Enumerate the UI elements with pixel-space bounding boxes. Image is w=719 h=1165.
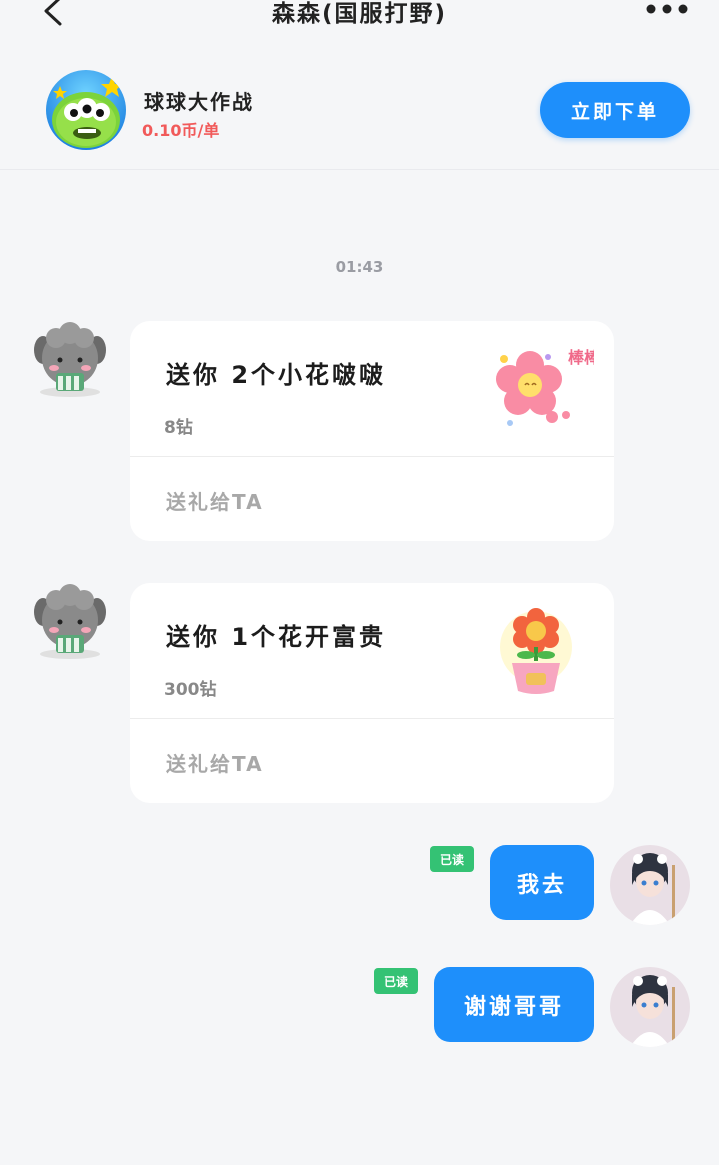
flower-gift-icon: 棒棒！ bbox=[496, 348, 594, 426]
read-status-badge: 已读 bbox=[374, 968, 418, 994]
message-bubble[interactable]: 谢谢哥哥 bbox=[434, 967, 594, 1042]
send-gift-button[interactable]: 送礼给TA bbox=[166, 748, 264, 777]
message-timestamp: 01:43 bbox=[335, 258, 384, 276]
sender-avatar[interactable] bbox=[30, 318, 110, 398]
read-status-badge: 已读 bbox=[430, 846, 474, 872]
gift-price: 8钻 bbox=[164, 418, 193, 438]
gift-title: 送你 2个小花啵啵 bbox=[166, 361, 387, 389]
top-nav-bar: 森森(国服打野) bbox=[0, 0, 719, 40]
gift-card[interactable]: 送你 2个小花啵啵 8钻 棒棒！ 送礼给TA bbox=[130, 321, 614, 541]
order-bar: 球球大作战 0.10币/单 立即下单 bbox=[0, 40, 719, 170]
game-name: 球球大作战 bbox=[144, 90, 254, 114]
divider bbox=[130, 456, 614, 457]
user-avatar[interactable] bbox=[610, 845, 690, 925]
game-avatar[interactable] bbox=[46, 70, 126, 150]
more-dots-icon[interactable] bbox=[645, 3, 689, 15]
gift-title: 送你 1个花开富贵 bbox=[166, 623, 387, 651]
gift-card[interactable]: 送你 1个花开富贵 300钻 送礼给TA bbox=[130, 583, 614, 803]
flower-pot-gift-icon bbox=[500, 608, 572, 694]
sender-avatar[interactable] bbox=[30, 580, 110, 660]
gift-image-text: 棒棒！ bbox=[568, 348, 594, 367]
order-now-button[interactable]: 立即下单 bbox=[540, 82, 690, 138]
message-bubble[interactable]: 我去 bbox=[490, 845, 594, 920]
game-price: 0.10币/单 bbox=[142, 121, 220, 140]
gift-price: 300钻 bbox=[164, 680, 217, 700]
send-gift-button[interactable]: 送礼给TA bbox=[166, 486, 264, 515]
divider bbox=[130, 718, 614, 719]
page-title: 森森(国服打野) bbox=[271, 1, 448, 27]
user-avatar[interactable] bbox=[610, 967, 690, 1047]
